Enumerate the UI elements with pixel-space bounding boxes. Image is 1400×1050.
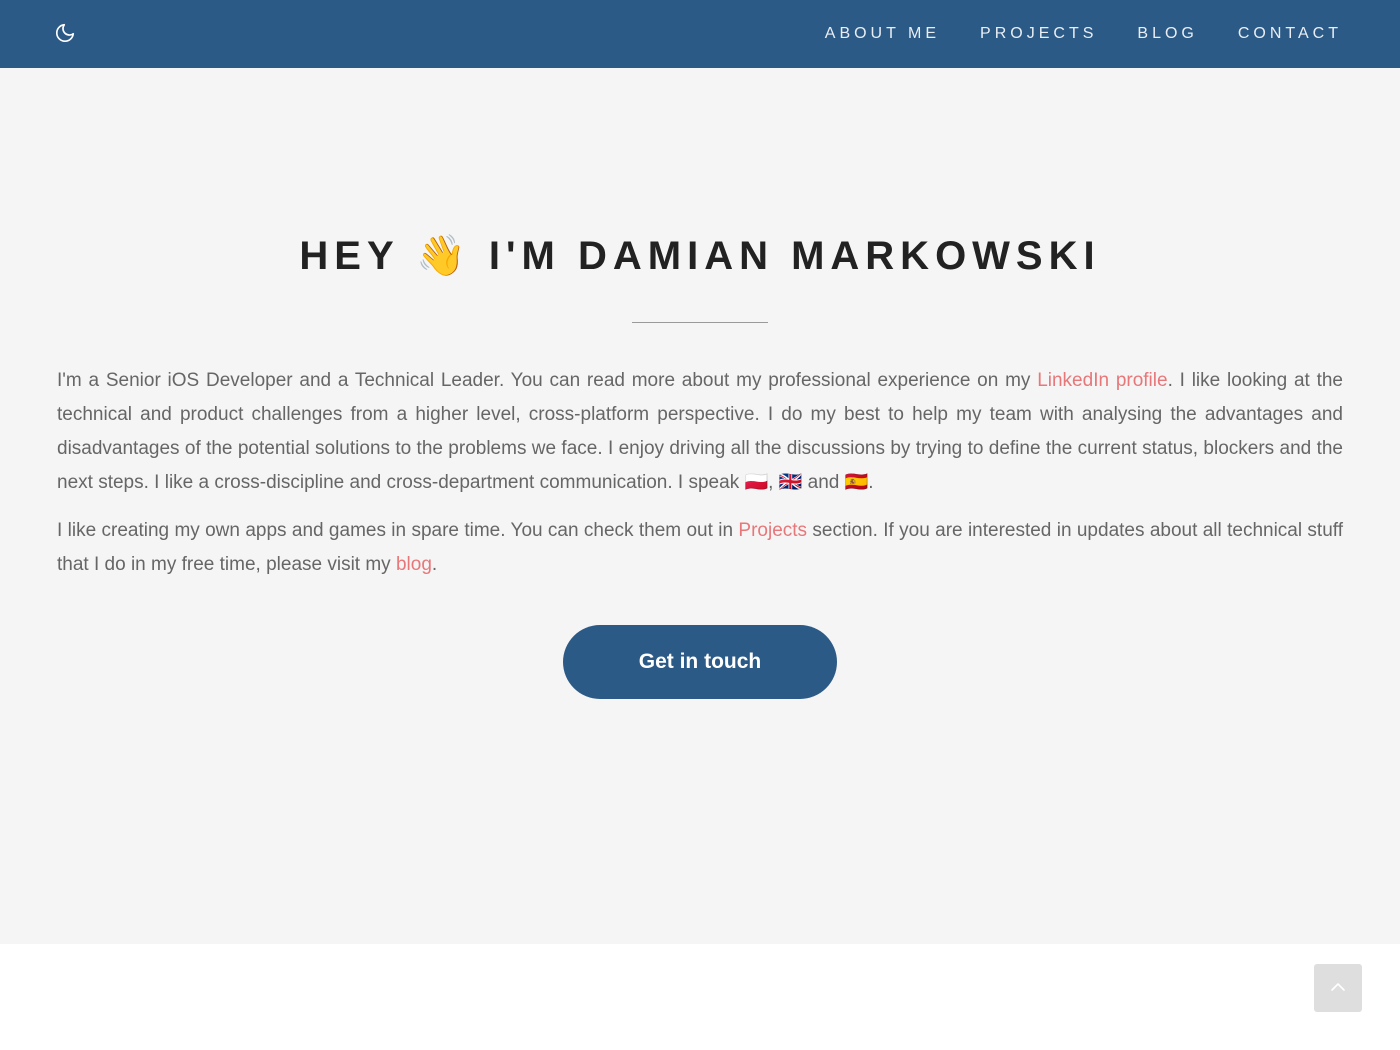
about-paragraph-1: I'm a Senior iOS Developer and a Technic… (57, 364, 1343, 500)
blog-link[interactable]: blog (396, 554, 432, 575)
hero-title: HEY 👋 I'M DAMIAN MARKOWSKI (299, 234, 1101, 278)
about-text: I'm a Senior iOS Developer and a Technic… (57, 364, 1343, 596)
about-paragraph-2-text-c: . (431, 554, 438, 575)
about-paragraph-1-text-a: I'm a Senior iOS Developer and a Technic… (57, 370, 1038, 391)
hero-section: HEY 👋 I'M DAMIAN MARKOWSKI I'm a Senior … (0, 68, 1400, 944)
projects-link[interactable]: Projects (738, 520, 807, 541)
nav-link-projects[interactable]: PROJECTS (980, 25, 1097, 43)
moon-icon[interactable] (54, 22, 76, 44)
about-paragraph-2: I like creating my own apps and games in… (57, 514, 1343, 582)
linkedin-profile-link[interactable]: LinkedIn profile (1037, 370, 1167, 391)
nav-link-about-me[interactable]: ABOUT ME (825, 25, 940, 43)
about-paragraph-2-text-a: I like creating my own apps and games in… (57, 520, 739, 541)
navbar: ABOUT ME PROJECTS BLOG CONTACT (0, 0, 1400, 68)
chevron-up-icon (1330, 979, 1346, 997)
nav-link-contact[interactable]: CONTACT (1238, 25, 1342, 43)
scroll-to-top-button[interactable] (1314, 964, 1362, 1012)
title-divider (632, 322, 768, 323)
get-in-touch-button[interactable]: Get in touch (563, 625, 837, 699)
nav-link-blog[interactable]: BLOG (1137, 25, 1197, 43)
nav-menu: ABOUT ME PROJECTS BLOG CONTACT (785, 0, 1342, 68)
